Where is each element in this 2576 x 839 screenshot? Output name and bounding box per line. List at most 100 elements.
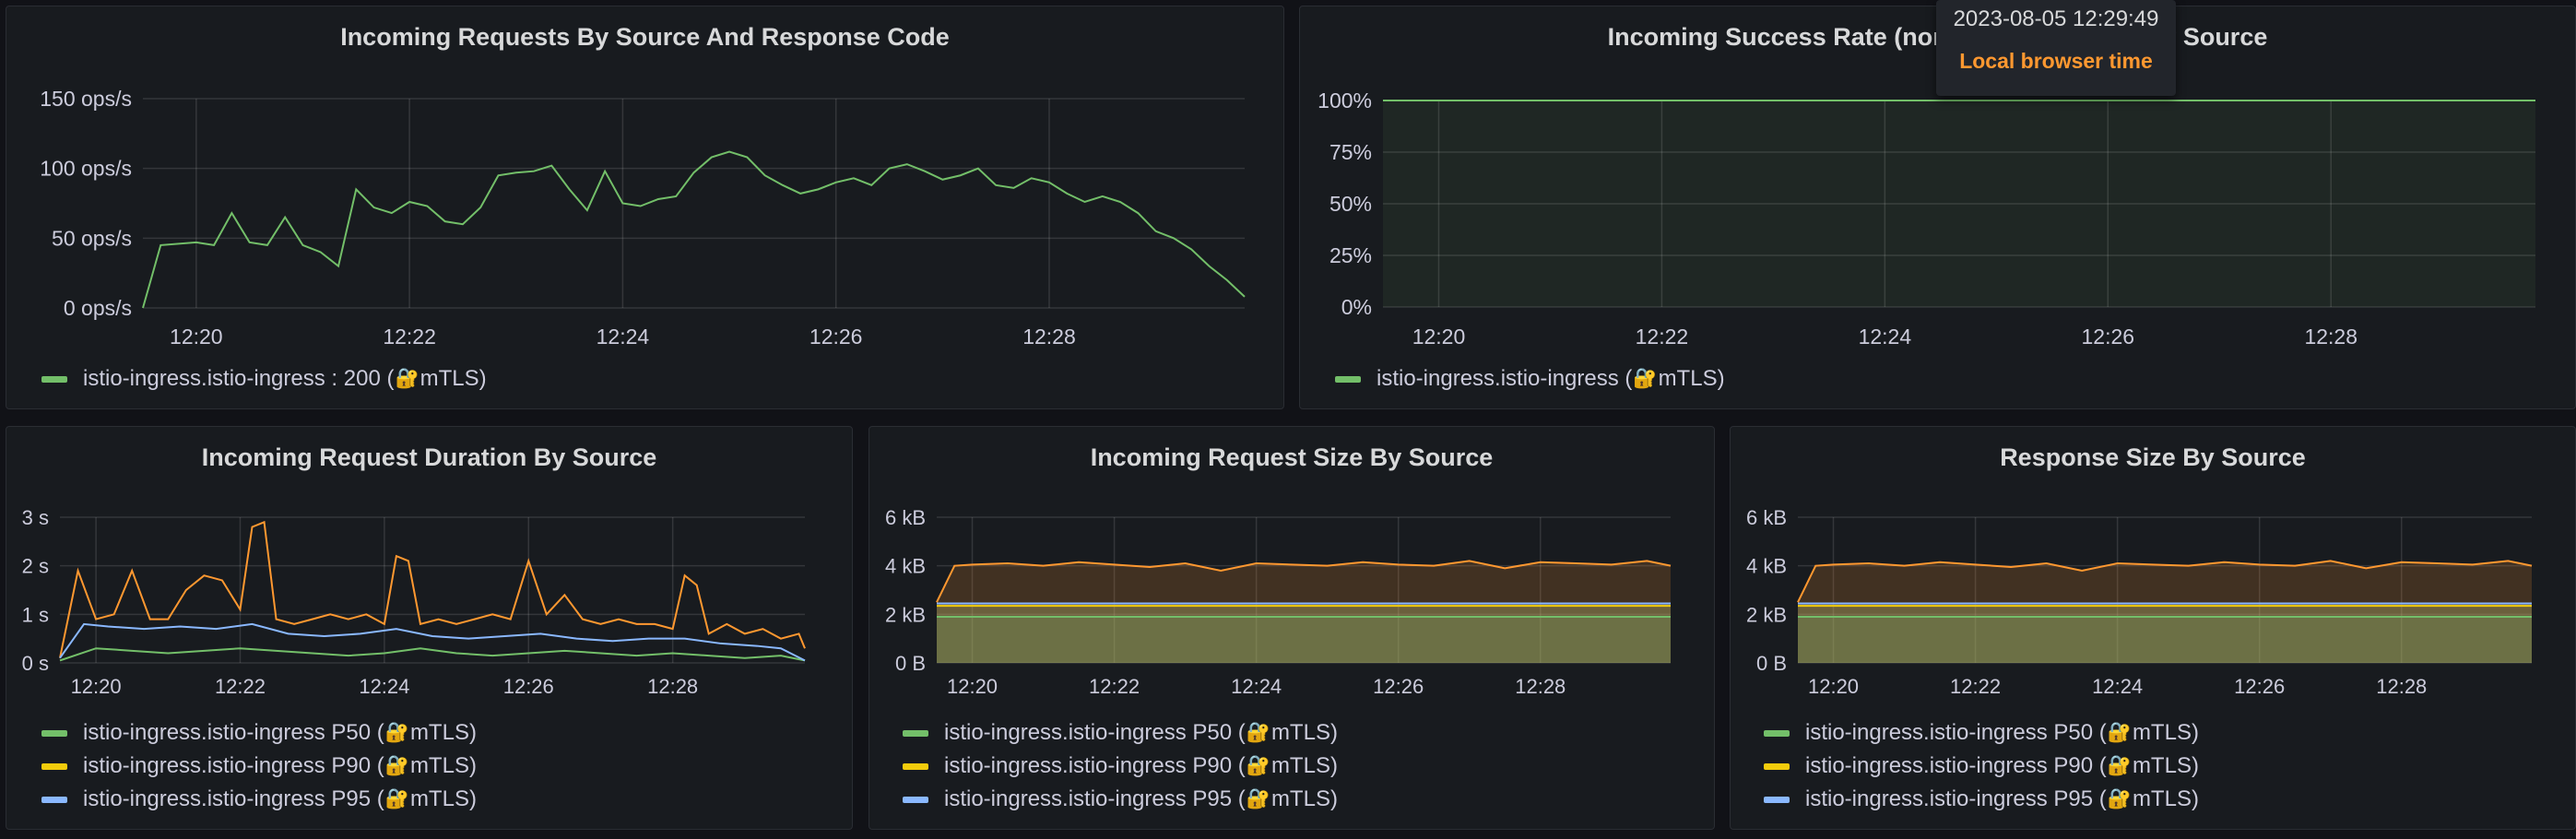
legend-label: istio-ingress.istio-ingress P50 ( — [944, 720, 1246, 745]
chart-legend: istio-ingress.istio-ingress P50 (🔐 mTLS) i… — [41, 716, 477, 816]
legend-item[interactable]: istio-ingress.istio-ingress P50 (🔐 mTLS) — [1764, 716, 2199, 750]
y-tick-label: 2 kB — [885, 603, 926, 626]
y-tick-label: 0 B — [895, 652, 926, 675]
legend-item[interactable]: istio-ingress.istio-ingress P95 (🔐 mTLS) — [1764, 783, 2199, 816]
y-tick-label: 2 s — [22, 555, 49, 578]
legend-color-swatch — [1335, 375, 1361, 383]
x-tick-label: 12:28 — [1022, 325, 1076, 349]
series-line — [142, 150, 1246, 309]
y-tick-label: 3 s — [22, 506, 49, 529]
y-tick-label: 6 kB — [1746, 506, 1787, 529]
tooltip-time: 2023-08-05 12:29:49 — [1953, 6, 2159, 31]
chart-legend: istio-ingress.istio-ingress : 200 (🔐 mTLS… — [41, 362, 487, 396]
lock-icon: 🔐 — [1246, 755, 1270, 776]
legend-color-swatch — [903, 729, 928, 737]
chart-legend: istio-ingress.istio-ingress (🔐 mTLS) — [1335, 362, 1725, 396]
x-tick-label: 12:22 — [383, 325, 436, 349]
x-tick-label: 12:28 — [2304, 325, 2357, 349]
y-tick-label: 2 kB — [1746, 603, 1787, 626]
x-tick-label: 12:26 — [809, 325, 863, 349]
x-tick-label: 12:24 — [1231, 675, 1282, 698]
legend-label: istio-ingress.istio-ingress P95 ( — [944, 786, 1246, 811]
x-tick-label: 12:20 — [71, 675, 122, 698]
legend-label: istio-ingress.istio-ingress P50 ( — [83, 720, 384, 745]
x-tick-label: 12:26 — [503, 675, 554, 698]
legend-item[interactable]: istio-ingress.istio-ingress : 200 (🔐 mTLS… — [41, 362, 487, 396]
legend-color-swatch — [41, 796, 67, 803]
chart-legend: istio-ingress.istio-ingress P50 (🔐 mTLS) i… — [1764, 716, 2199, 816]
x-tick-label: 12:26 — [1373, 675, 1424, 698]
legend-color-swatch — [1764, 796, 1790, 803]
panel-incoming-requests[interactable]: Incoming Requests By Source And Response… — [6, 6, 1284, 409]
legend-item[interactable]: istio-ingress.istio-ingress P95 (🔐 mTLS) — [903, 783, 1338, 816]
tooltip-timezone: Local browser time — [1959, 49, 2153, 73]
series-line — [59, 520, 806, 658]
x-tick-label: 12:24 — [359, 675, 409, 698]
legend-item[interactable]: istio-ingress.istio-ingress (🔐 mTLS) — [1335, 362, 1725, 396]
y-tick-label: 4 kB — [1746, 555, 1787, 578]
x-tick-label: 12:28 — [2376, 675, 2427, 698]
lock-icon: 🔐 — [1246, 788, 1270, 809]
x-tick-label: 12:22 — [1950, 675, 2001, 698]
lock-icon: 🔐 — [384, 755, 409, 776]
legend-item[interactable]: istio-ingress.istio-ingress P50 (🔐 mTLS) — [903, 716, 1338, 750]
legend-item[interactable]: istio-ingress.istio-ingress P90 (🔐 mTLS) — [1764, 750, 2199, 783]
lock-icon: 🔐 — [2107, 722, 2132, 743]
legend-color-swatch — [903, 762, 928, 770]
x-tick-label: 12:20 — [947, 675, 998, 698]
x-tick-label: 12:20 — [1808, 675, 1859, 698]
time-tooltip: 2023-08-05 12:29:49 Local browser time — [1936, 0, 2176, 96]
y-tick-label: 25% — [1329, 243, 1372, 267]
legend-label-suffix: mTLS) — [1270, 720, 1338, 745]
y-tick-label: 0% — [1341, 295, 1372, 319]
panel-request-size[interactable]: Incoming Request Size By Source 0 B2 kB 4… — [869, 426, 1715, 830]
legend-item[interactable]: istio-ingress.istio-ingress P90 (🔐 mTLS) — [903, 750, 1338, 783]
x-tick-label: 12:24 — [1859, 325, 1912, 349]
x-tick-label: 12:20 — [1412, 325, 1466, 349]
requests-chart[interactable]: 0 ops/s 50 ops/s 100 ops/s 150 ops/s 12:20 12… — [6, 6, 1285, 410]
legend-label-suffix: mTLS) — [419, 366, 487, 391]
lock-icon: 🔐 — [1246, 722, 1270, 743]
series-line — [59, 647, 806, 662]
panel-request-duration[interactable]: Incoming Request Duration By Source 0 s1… — [6, 426, 853, 830]
legend-label-suffix: mTLS) — [1658, 366, 1725, 391]
legend-item[interactable]: istio-ingress.istio-ingress P95 (🔐 mTLS) — [41, 783, 477, 816]
x-tick-label: 12:24 — [2092, 675, 2143, 698]
legend-color-swatch — [41, 729, 67, 737]
x-tick-label: 12:22 — [1636, 325, 1689, 349]
x-tick-label: 12:20 — [170, 325, 223, 349]
lock-icon: 🔐 — [384, 722, 409, 743]
series-area — [1798, 616, 2532, 663]
legend-label-suffix: mTLS) — [409, 720, 477, 745]
x-tick-label: 12:28 — [647, 675, 698, 698]
legend-item[interactable]: istio-ingress.istio-ingress P90 (🔐 mTLS) — [41, 750, 477, 783]
x-tick-label: 12:28 — [1515, 675, 1566, 698]
legend-label: istio-ingress.istio-ingress P95 ( — [1805, 786, 2107, 811]
legend-label: istio-ingress.istio-ingress P90 ( — [1805, 753, 2107, 778]
legend-label-suffix: mTLS) — [2132, 753, 2199, 778]
legend-label-suffix: mTLS) — [1270, 753, 1338, 778]
y-tick-label: 1 s — [22, 603, 49, 626]
y-tick-label: 0 s — [22, 652, 49, 675]
legend-color-swatch — [1764, 729, 1790, 737]
y-tick-label: 50 ops/s — [52, 226, 132, 250]
legend-label: istio-ingress.istio-ingress P50 ( — [1805, 720, 2107, 745]
legend-color-swatch — [903, 796, 928, 803]
lock-icon: 🔐 — [2107, 755, 2132, 776]
legend-label-suffix: mTLS) — [409, 786, 477, 811]
legend-label-suffix: mTLS) — [2132, 786, 2199, 811]
legend-item[interactable]: istio-ingress.istio-ingress P50 (🔐 mTLS) — [41, 716, 477, 750]
y-tick-label: 100 ops/s — [40, 157, 132, 181]
legend-label: istio-ingress.istio-ingress P90 ( — [83, 753, 384, 778]
y-tick-label: 0 B — [1756, 652, 1787, 675]
legend-label: istio-ingress.istio-ingress P95 ( — [83, 786, 384, 811]
y-tick-label: 75% — [1329, 140, 1372, 164]
lock-icon: 🔐 — [2107, 788, 2132, 809]
panel-response-size[interactable]: Response Size By Source 0 B2 kB 4 kB 6 kB 1… — [1730, 426, 2576, 830]
x-tick-label: 12:22 — [1089, 675, 1140, 698]
legend-color-swatch — [41, 762, 67, 770]
y-tick-label: 50% — [1329, 192, 1372, 216]
y-tick-label: 0 ops/s — [64, 296, 132, 320]
legend-label-suffix: mTLS) — [2132, 720, 2199, 745]
legend-color-swatch — [1764, 762, 1790, 770]
